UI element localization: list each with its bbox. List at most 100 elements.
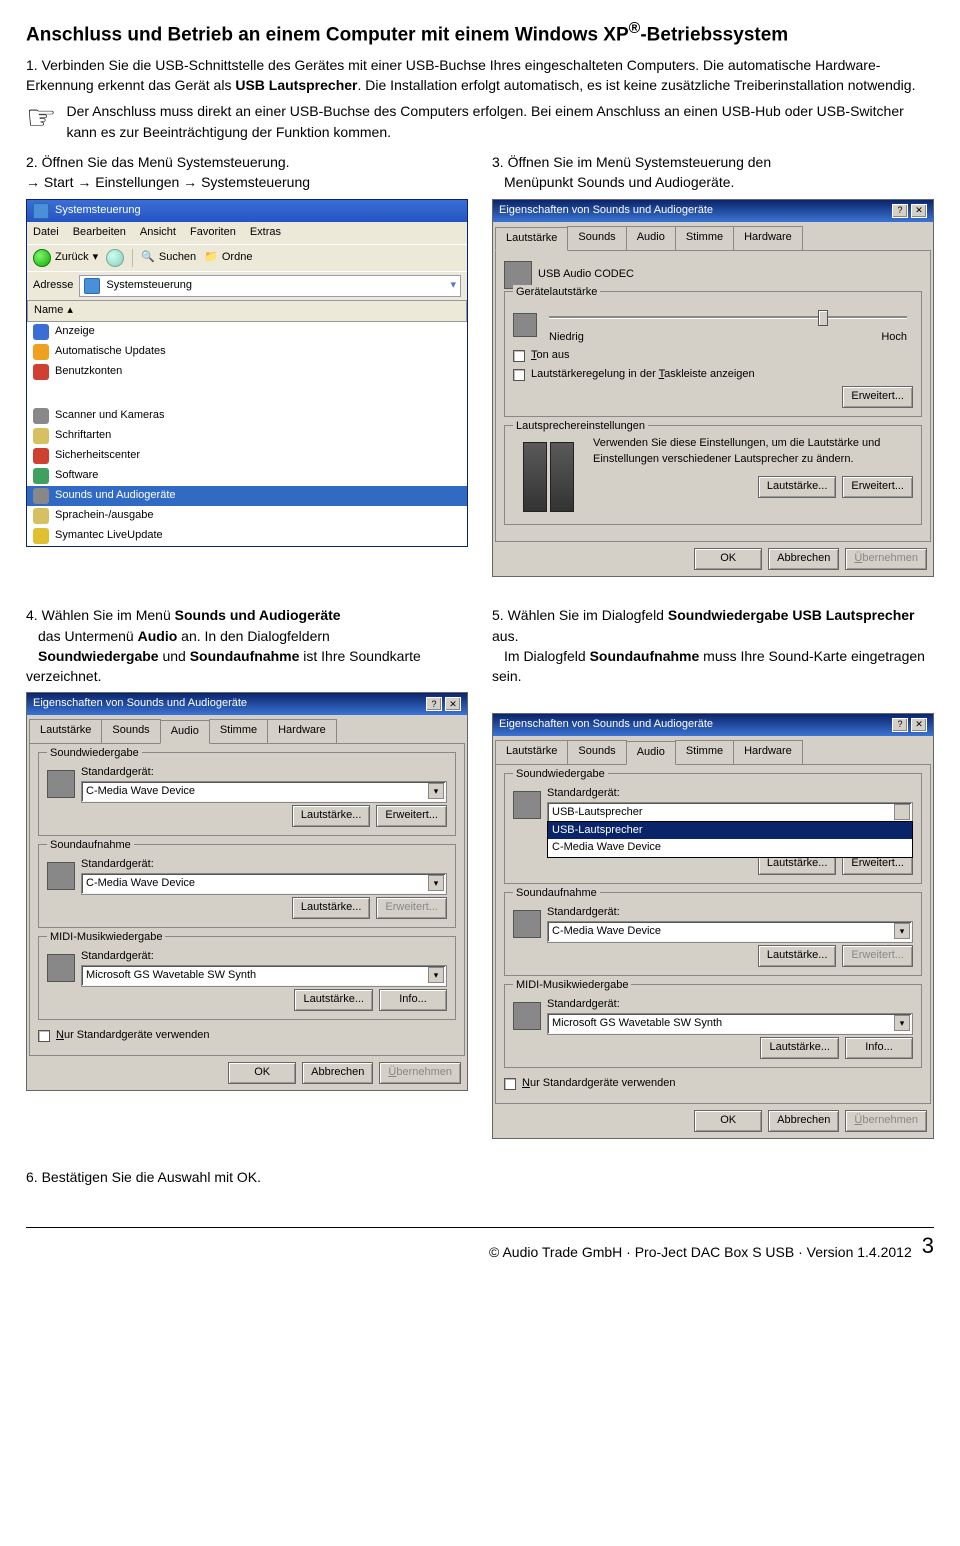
close-button[interactable]: ✕ [911,204,927,218]
tray-checkbox[interactable]: Lautstärkeregelung in der Taskleiste anz… [513,367,913,383]
dialog-tabs: LautstärkeSoundsAudioStimmeHardware [493,222,933,250]
option-cmedia[interactable]: C-Media Wave Device [548,839,912,857]
page-number: 3 [922,1230,934,1262]
folder-icon: 📁 [204,250,218,266]
tab-sounds[interactable]: Sounds [101,719,160,743]
fieldset-recording: Soundaufnahme Standardgerät:C-Media Wave… [38,844,456,928]
menu-edit[interactable]: Bearbeiten [73,225,126,241]
list-item[interactable]: Sicherheitscenter [27,446,467,466]
default-only-checkbox[interactable]: Nur Standardgeräte verwenden [504,1076,922,1092]
list-item[interactable]: Symantec LiveUpdate [27,526,467,546]
playback-select[interactable]: C-Media Wave Device [81,781,447,803]
back-button[interactable]: Zurück ▾ [33,249,98,267]
search-button[interactable]: 🔍Suchen [141,250,196,266]
tab-hardware[interactable]: Hardware [267,719,337,743]
advanced-button[interactable]: Erweitert... [842,386,913,408]
volume-slider[interactable] [549,308,907,326]
help-button[interactable]: ? [426,697,442,711]
default-only-checkbox[interactable]: Nur Standardgeräte verwenden [38,1028,456,1044]
help-button[interactable]: ? [892,718,908,732]
item-label: Sprachein-/ausgabe [55,508,153,524]
ok-button[interactable]: OK [694,1110,762,1132]
cancel-button[interactable]: Abbrechen [302,1062,373,1084]
list-item[interactable]: Software [27,466,467,486]
menu-extras[interactable]: Extras [250,225,281,241]
item-icon [33,508,49,524]
tab-lautstärke[interactable]: Lautstärke [495,740,568,764]
control-panel-icon [84,278,100,294]
sort-asc-icon: ▴ [67,303,73,319]
volume-button[interactable]: Lautstärke... [292,805,371,827]
tab-sounds[interactable]: Sounds [567,740,626,764]
item-icon [33,364,49,380]
list-item[interactable]: Sprachein-/ausgabe [27,506,467,526]
advanced-button[interactable]: Erweitert... [376,805,447,827]
list-item[interactable]: Sounds und Audiogeräte [27,486,467,506]
menu-favorites[interactable]: Favoriten [190,225,236,241]
volume-button[interactable]: Lautstärke... [760,1037,839,1059]
tab-stimme[interactable]: Stimme [209,719,268,743]
info-button[interactable]: Info... [379,989,447,1011]
playback-select-open[interactable]: USB-Lautsprecher USB-Lautsprecher C-Medi… [547,802,913,824]
item-label: Scanner und Kameras [55,408,164,424]
sounds-dialog-audio-2: Eigenschaften von Sounds und Audiogeräte… [492,713,934,1139]
tab-hardware[interactable]: Hardware [733,740,803,764]
address-combo[interactable]: Systemsteuerung [79,275,461,297]
recording-select[interactable]: C-Media Wave Device [547,921,913,943]
apply-button[interactable]: Übernehmen [379,1062,461,1084]
recording-icon [513,910,541,938]
close-button[interactable]: ✕ [445,697,461,711]
tab-lautstärke[interactable]: Lautstärke [495,227,568,251]
forward-icon[interactable] [106,249,124,267]
info-button[interactable]: Info... [845,1037,913,1059]
control-panel-list-2: Scanner und Kameras SchriftartenSicherhei… [27,406,467,546]
list-item[interactable]: Schriftarten [27,426,467,446]
apply-button[interactable]: Übernehmen [845,548,927,570]
folders-button[interactable]: 📁Ordne [204,250,252,266]
tab-stimme[interactable]: Stimme [675,740,734,764]
advanced-button[interactable]: Erweitert... [842,476,913,498]
menu-view[interactable]: Ansicht [140,225,176,241]
cancel-button[interactable]: Abbrechen [768,548,839,570]
tab-audio[interactable]: Audio [160,720,210,744]
tab-lautstärke[interactable]: Lautstärke [29,719,102,743]
advanced-button: Erweitert... [376,897,447,919]
tab-audio[interactable]: Audio [626,741,676,765]
column-header-name[interactable]: Name ▴ [27,300,467,322]
item-label: Software [55,468,98,484]
cancel-button[interactable]: Abbrechen [768,1110,839,1132]
tab-stimme[interactable]: Stimme [675,226,734,250]
list-item[interactable]: Automatische Updates [27,342,467,362]
tab-hardware[interactable]: Hardware [733,226,803,250]
volume-button[interactable]: Lautstärke... [292,897,371,919]
list-item[interactable]: Scanner und Kameras [27,406,467,426]
item-icon [33,324,49,340]
menu-file[interactable]: Datei [33,225,59,241]
control-panel-icon [33,203,49,219]
close-button[interactable]: ✕ [911,718,927,732]
step-3: 3. Öffnen Sie im Menü Systemsteuerung de… [492,152,934,193]
search-icon: 🔍 [141,250,155,266]
list-item[interactable]: Benutzkonten [27,362,467,382]
item-label: Automatische Updates [55,344,166,360]
volume-button[interactable]: Lautstärke... [758,476,837,498]
list-item[interactable]: Anzeige [27,322,467,342]
playback-dropdown[interactable]: USB-Lautsprecher C-Media Wave Device [547,821,913,859]
recording-select[interactable]: C-Media Wave Device [81,873,447,895]
ok-button[interactable]: OK [694,548,762,570]
volume-button[interactable]: Lautstärke... [294,989,373,1011]
step-4: 4. Wählen Sie im Menü Sounds und Audioge… [26,605,468,686]
option-usb[interactable]: USB-Lautsprecher [548,822,912,840]
tab-sounds[interactable]: Sounds [567,226,626,250]
midi-select[interactable]: Microsoft GS Wavetable SW Synth [547,1013,913,1035]
midi-select[interactable]: Microsoft GS Wavetable SW Synth [81,965,447,987]
help-button[interactable]: ? [892,204,908,218]
explorer-menubar[interactable]: Datei Bearbeiten Ansicht Favoriten Extra… [27,222,467,244]
volume-button[interactable]: Lautstärke... [758,945,837,967]
codec-name: USB Audio CODEC [538,267,634,283]
ok-button[interactable]: OK [228,1062,296,1084]
sounds-dialog-volume: Eigenschaften von Sounds und Audiogeräte… [492,199,934,578]
tab-audio[interactable]: Audio [626,226,676,250]
mute-checkbox[interactable]: Ton aus [513,348,913,364]
apply-button[interactable]: Übernehmen [845,1110,927,1132]
